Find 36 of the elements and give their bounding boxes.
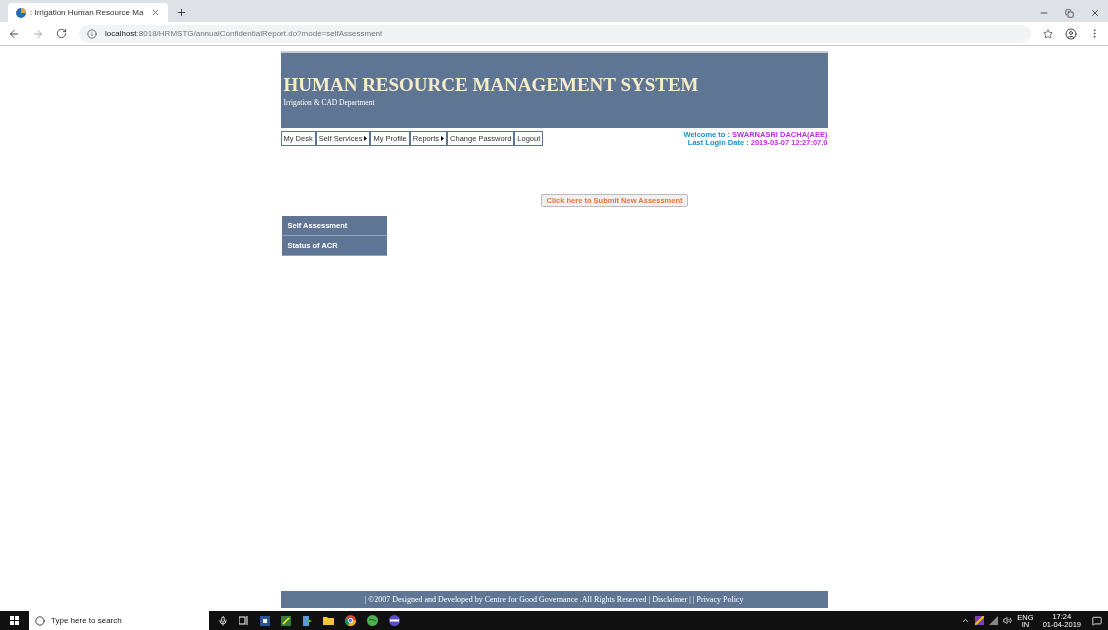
tray-app-icon[interactable] [975, 616, 985, 625]
microphone-icon[interactable] [218, 615, 228, 626]
windows-start-icon[interactable] [10, 616, 19, 625]
task-view-icon[interactable] [239, 616, 249, 625]
url-text: localhost:8018/HRMSTG/annualConfidentialReport.do?mode=selfAssessment [105, 27, 383, 40]
volume-icon[interactable] [1003, 616, 1013, 625]
app-icon[interactable] [389, 615, 400, 626]
address-field[interactable]: localhost:8018/HRMSTG/annualConfidentialReport.do?mode=selfAssessment [79, 24, 1031, 43]
notification-icon[interactable] [1092, 615, 1102, 626]
taskbar-search-field[interactable]: Type here to search [29, 611, 209, 630]
app-icon[interactable] [260, 615, 270, 626]
back-icon[interactable] [8, 27, 20, 40]
chevron-up-icon[interactable] [961, 616, 971, 625]
app-icon[interactable] [281, 615, 291, 626]
bookmark-star-icon[interactable] [1043, 28, 1053, 39]
app-icon[interactable] [302, 615, 312, 626]
close-icon[interactable] [151, 8, 160, 17]
restore-icon[interactable] [1065, 8, 1074, 18]
system-title: HUMAN RESOURCE MANAGEMENT SYSTEM [283, 73, 700, 97]
browser-icon[interactable] [345, 615, 356, 626]
reload-icon[interactable] [56, 28, 67, 39]
close-icon[interactable] [1090, 8, 1100, 18]
new-tab-icon[interactable] [176, 7, 187, 18]
app-icon[interactable] [367, 615, 378, 626]
privacy-policy-link[interactable]: Privacy Policy [696, 594, 744, 604]
network-icon[interactable] [989, 616, 999, 625]
site-logo-icon [16, 7, 26, 18]
footer-text: | ©2007 Designed and Developed by Centre for Good Governance .All Rights Reserved | Disclaimer | | Privacy Policy [364, 593, 744, 606]
tab-title: : Irrigation Human Resource Ma [30, 6, 145, 19]
disclaimer-link[interactable]: Disclaimer [652, 594, 688, 604]
search-placeholder: Type here to search [51, 614, 122, 627]
cortana-circle-icon [35, 615, 45, 626]
browser-tab[interactable]: : Irrigation Human Resource Ma [8, 3, 168, 22]
info-icon [87, 28, 97, 39]
folder-icon[interactable] [323, 616, 334, 625]
profile-icon[interactable] [1065, 27, 1077, 40]
